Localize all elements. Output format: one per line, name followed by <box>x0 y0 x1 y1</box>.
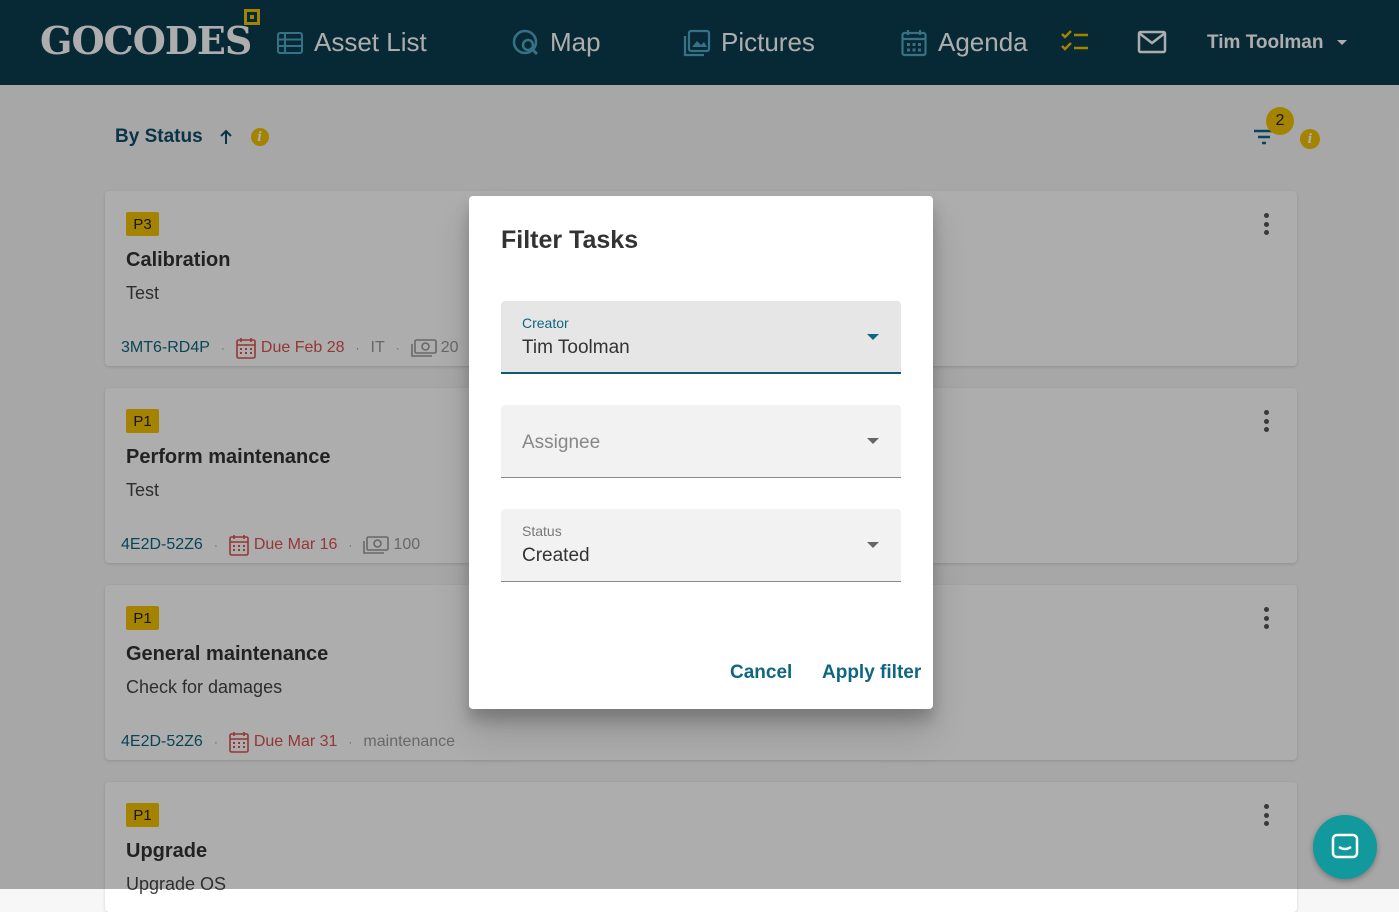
creator-select[interactable]: Creator Tim Toolman <box>501 301 901 374</box>
filter-tasks-dialog: Filter Tasks Creator Tim Toolman Assigne… <box>469 196 933 709</box>
assignee-placeholder: Assignee <box>522 432 601 453</box>
assignee-select[interactable]: Assignee <box>501 405 901 478</box>
cancel-button[interactable]: Cancel <box>730 662 792 684</box>
dropdown-arrow-icon <box>867 438 879 444</box>
status-value: Created <box>522 545 590 566</box>
dropdown-arrow-icon <box>867 334 879 340</box>
dropdown-arrow-icon <box>867 542 879 548</box>
chat-icon <box>1331 833 1359 859</box>
header-scrim <box>0 0 1399 85</box>
creator-value: Tim Toolman <box>522 337 630 358</box>
creator-label: Creator <box>522 315 569 331</box>
status-label: Status <box>522 523 562 539</box>
status-select[interactable]: Status Created <box>501 509 901 582</box>
apply-filter-button[interactable]: Apply filter <box>822 662 921 684</box>
chat-launcher-button[interactable] <box>1313 815 1377 879</box>
dialog-title: Filter Tasks <box>501 226 639 254</box>
